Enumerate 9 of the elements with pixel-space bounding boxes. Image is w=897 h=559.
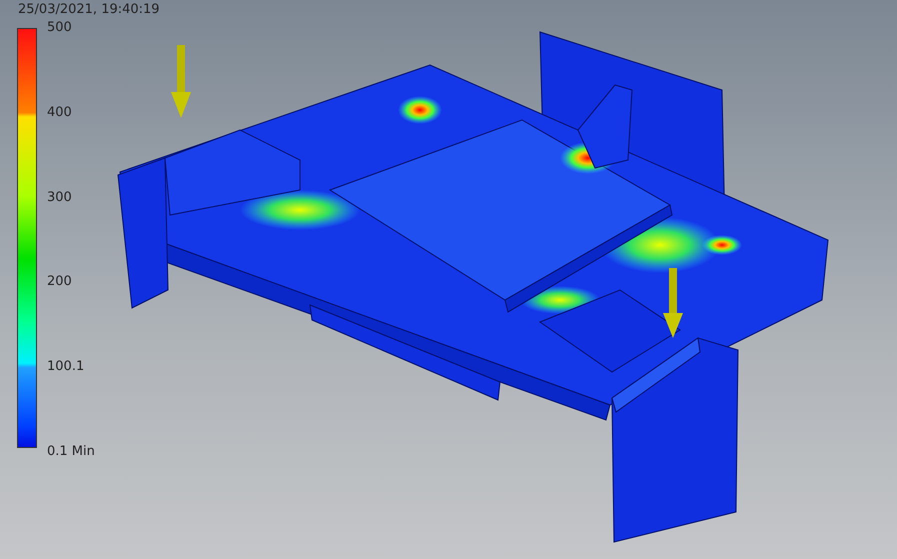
scale-label: 300 xyxy=(47,190,73,206)
timestamp: 25/03/2021, 19:40:19 xyxy=(18,2,160,18)
scale-label: 400 xyxy=(47,104,73,121)
scale-label: 100.1 xyxy=(47,359,86,376)
scale-label: 0.1 Min xyxy=(47,444,95,460)
scale-label: 200 xyxy=(47,274,73,290)
scale-label: 500 xyxy=(47,20,73,36)
load-arrow-icon xyxy=(663,268,683,338)
load-arrow-icon xyxy=(171,45,191,118)
